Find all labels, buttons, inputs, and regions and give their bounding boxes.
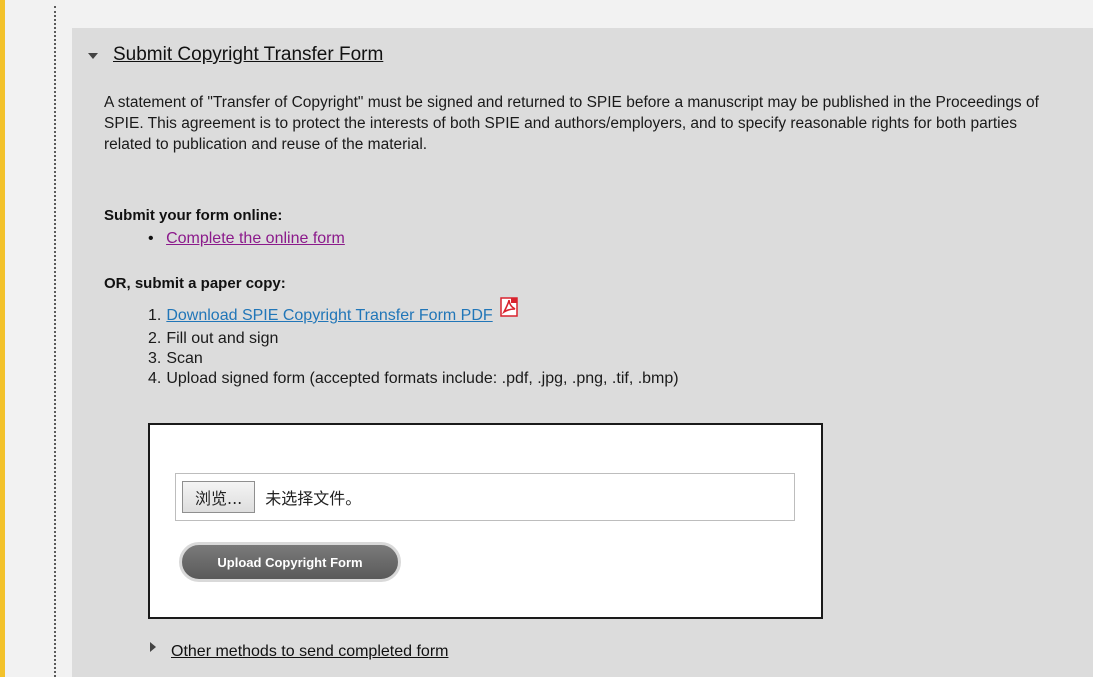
paper-heading: OR, submit a paper copy: (104, 275, 286, 292)
pdf-icon[interactable] (499, 297, 519, 323)
step-label: Fill out and sign (166, 330, 279, 347)
file-input[interactable]: 浏览... 未选择文件。 (175, 473, 795, 521)
bullet-dot: • (148, 230, 154, 247)
upload-box: 浏览... 未选择文件。 Upload Copyright Form (148, 423, 823, 619)
file-status-text: 未选择文件。 (265, 489, 362, 508)
step-number: 1. (148, 307, 162, 324)
step-3: 3. Scan (148, 349, 679, 369)
step-1: 1. Download SPIE Copyright Transfer Form… (148, 297, 679, 329)
step-number: 2. (148, 330, 162, 347)
intro-text: A statement of "Transfer of Copyright" m… (104, 94, 1039, 153)
page: Submit Copyright Transfer Form A stateme… (0, 0, 1093, 677)
online-heading: Submit your form online: (104, 207, 283, 224)
caret-right-icon[interactable] (150, 642, 156, 652)
online-form-link[interactable]: Complete the online form (166, 230, 345, 247)
dotted-divider (54, 6, 56, 677)
caret-down-icon[interactable] (88, 53, 98, 59)
section-header[interactable]: Submit Copyright Transfer Form (88, 44, 383, 66)
download-pdf-link[interactable]: Download SPIE Copyright Transfer Form PD… (166, 306, 492, 326)
other-methods-toggle[interactable]: Other methods to send completed form (150, 642, 448, 661)
step-label: Scan (166, 350, 203, 367)
accent-bar (0, 0, 5, 677)
step-label: Upload signed form (accepted formats inc… (166, 370, 679, 387)
step-number: 3. (148, 350, 162, 367)
step-number: 4. (148, 370, 162, 387)
step-4: 4. Upload signed form (accepted formats … (148, 369, 679, 389)
other-methods-link[interactable]: Other methods to send completed form (171, 643, 448, 661)
paper-steps: 1. Download SPIE Copyright Transfer Form… (148, 297, 679, 389)
upload-copyright-button[interactable]: Upload Copyright Form (179, 542, 401, 582)
step-2: 2. Fill out and sign (148, 329, 679, 349)
browse-button[interactable]: 浏览... (182, 481, 256, 513)
online-bullet-item: • Complete the online form (148, 230, 345, 248)
section-title-link[interactable]: Submit Copyright Transfer Form (113, 44, 383, 66)
